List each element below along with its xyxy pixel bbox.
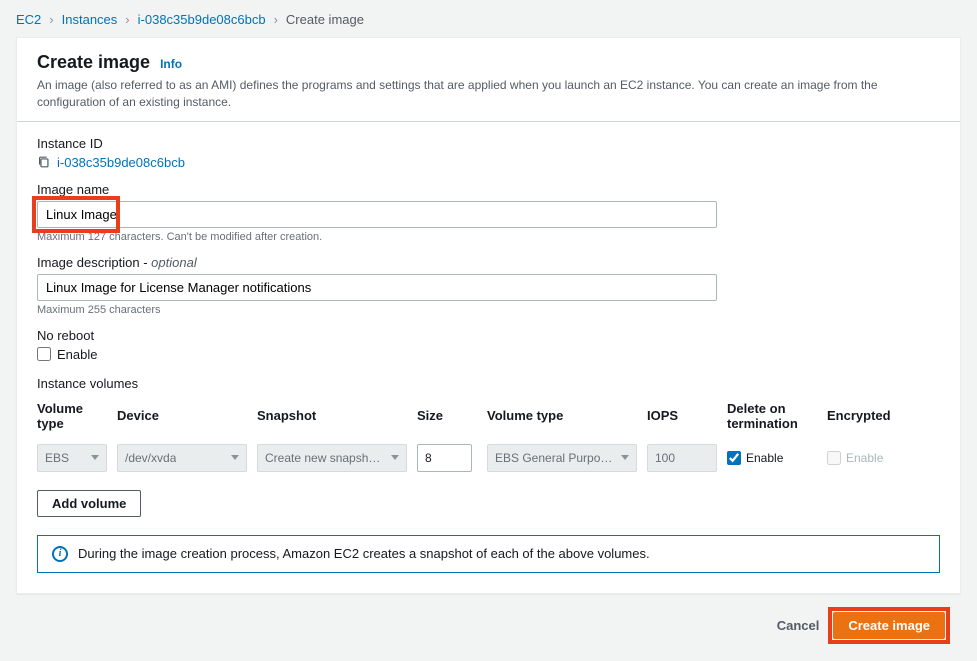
- no-reboot-enable-label: Enable: [57, 347, 97, 362]
- page-title: Create image: [37, 52, 150, 73]
- page-description: An image (also referred to as an AMI) de…: [37, 77, 940, 111]
- info-icon: i: [52, 546, 68, 562]
- col-volume-type-2: Volume type: [487, 408, 637, 424]
- info-banner-text: During the image creation process, Amazo…: [78, 546, 650, 561]
- col-volume-type-1: Volume type: [37, 401, 107, 432]
- image-name-helper: Maximum 127 characters. Can't be modifie…: [37, 231, 940, 243]
- instance-id-field: Instance ID i-038c35b9de08c6bcb: [37, 136, 940, 170]
- volumes-table: Volume type Device Snapshot Size Volume …: [37, 401, 940, 472]
- col-snapshot: Snapshot: [257, 408, 407, 424]
- caret-down-icon: [91, 455, 99, 460]
- breadcrumb-ec2[interactable]: EC2: [16, 12, 41, 27]
- image-name-input[interactable]: [37, 201, 717, 228]
- no-reboot-field: No reboot Enable: [37, 328, 940, 362]
- chevron-right-icon: ›: [274, 12, 278, 27]
- cancel-button[interactable]: Cancel: [777, 618, 820, 633]
- image-description-label: Image description - optional: [37, 255, 940, 270]
- col-encrypted: Encrypted: [827, 408, 907, 424]
- delete-on-termination-checkbox[interactable]: Enable: [727, 451, 817, 465]
- instance-id-link[interactable]: i-038c35b9de08c6bcb: [57, 155, 185, 170]
- caret-down-icon: [231, 455, 239, 460]
- copy-icon[interactable]: [37, 155, 51, 169]
- volume-row: EBS /dev/xvda Create new snapshot fr... …: [37, 444, 940, 472]
- snapshot-select: Create new snapshot fr...: [257, 444, 407, 472]
- breadcrumb-instance-id[interactable]: i-038c35b9de08c6bcb: [138, 12, 266, 27]
- instance-id-label: Instance ID: [37, 136, 940, 151]
- instance-volumes-label: Instance volumes: [37, 376, 940, 391]
- breadcrumb-current: Create image: [286, 12, 364, 27]
- create-image-button[interactable]: Create image: [833, 612, 945, 639]
- image-name-label: Image name: [37, 182, 940, 197]
- volume-type2-select: EBS General Purpose S...: [487, 444, 637, 472]
- image-description-field: Image description - optional Maximum 255…: [37, 255, 940, 316]
- image-name-field: Image name Maximum 127 characters. Can't…: [37, 182, 940, 243]
- volume-type-select: EBS: [37, 444, 107, 472]
- footer-actions: Cancel Create image: [16, 594, 961, 645]
- breadcrumb-instances[interactable]: Instances: [62, 12, 118, 27]
- iops-value: 100: [647, 444, 717, 472]
- chevron-right-icon: ›: [125, 12, 129, 27]
- caret-down-icon: [391, 455, 399, 460]
- image-description-helper: Maximum 255 characters: [37, 304, 940, 316]
- volumes-header-row: Volume type Device Snapshot Size Volume …: [37, 401, 940, 432]
- encrypted-checkbox: Enable: [827, 451, 907, 465]
- create-image-panel: Create image Info An image (also referre…: [16, 37, 961, 594]
- device-select: /dev/xvda: [117, 444, 247, 472]
- no-reboot-label: No reboot: [37, 328, 940, 343]
- add-volume-button[interactable]: Add volume: [37, 490, 141, 517]
- no-reboot-enable-checkbox[interactable]: Enable: [37, 347, 940, 362]
- info-banner: i During the image creation process, Ama…: [37, 535, 940, 573]
- info-link[interactable]: Info: [160, 57, 182, 71]
- col-size: Size: [417, 408, 477, 424]
- image-description-input[interactable]: [37, 274, 717, 301]
- breadcrumb: EC2 › Instances › i-038c35b9de08c6bcb › …: [16, 8, 961, 37]
- col-device: Device: [117, 408, 247, 424]
- col-delete-on-termination: Delete on termination: [727, 401, 817, 432]
- col-iops: IOPS: [647, 408, 717, 424]
- size-input[interactable]: [417, 444, 472, 472]
- caret-down-icon: [621, 455, 629, 460]
- chevron-right-icon: ›: [49, 12, 53, 27]
